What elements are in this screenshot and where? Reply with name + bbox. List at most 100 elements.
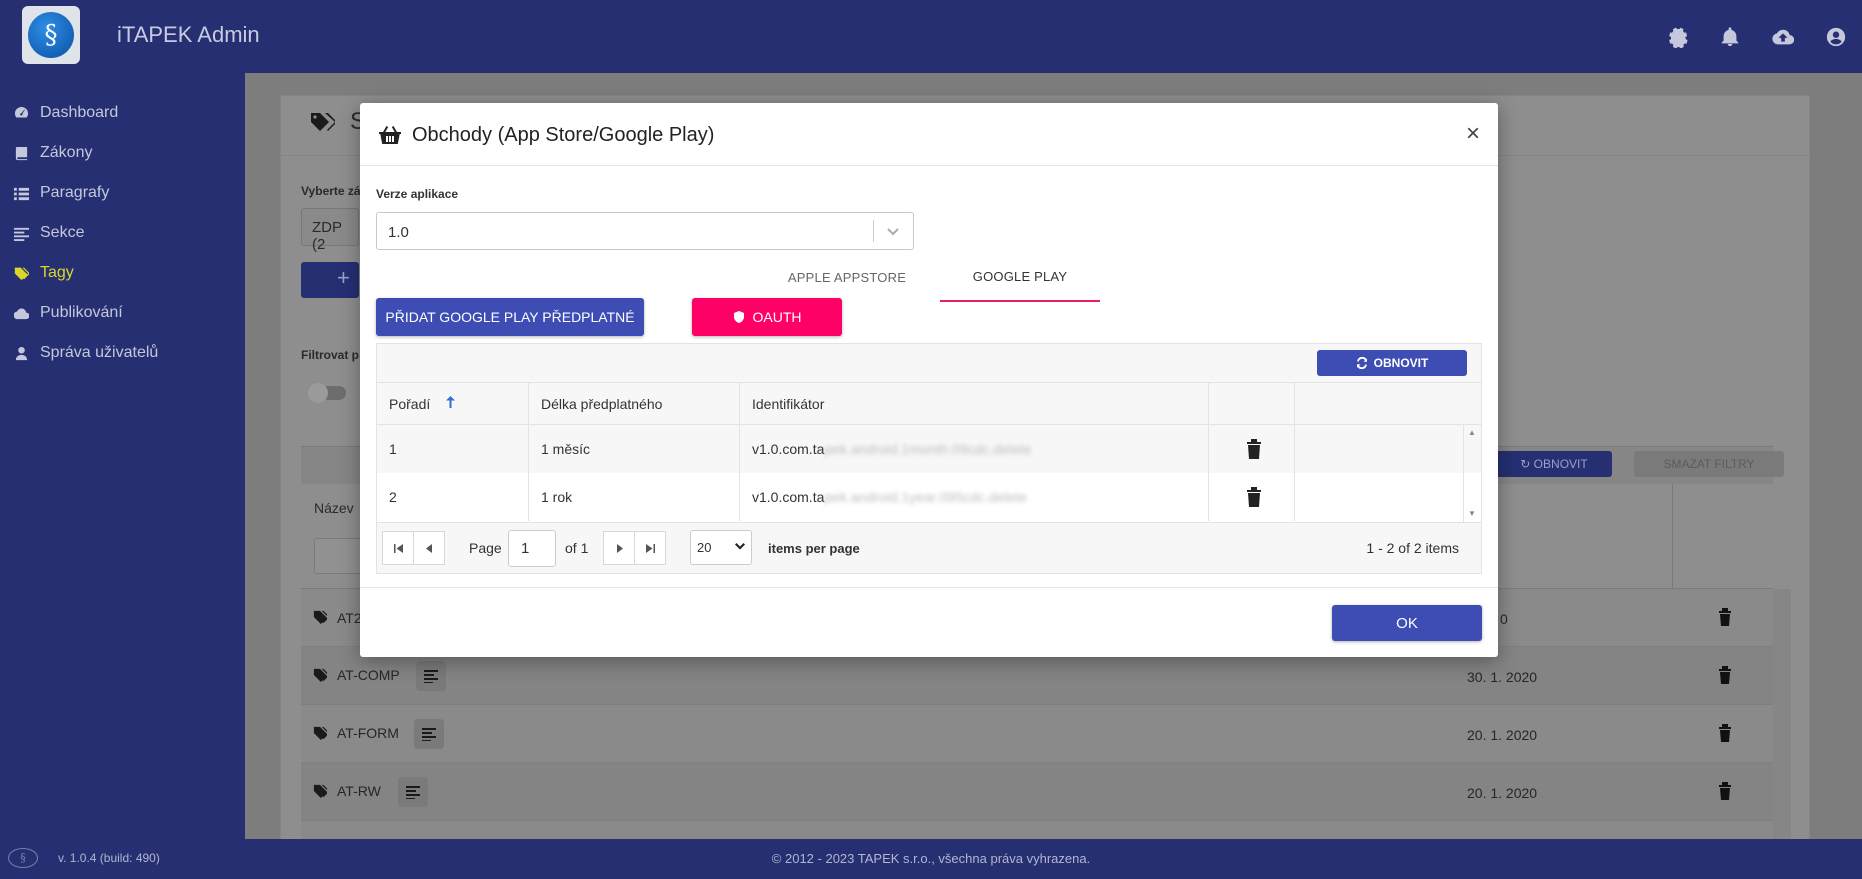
grid-scrollbar[interactable]: ▲ ▼ [1463, 425, 1481, 522]
version-label: Verze aplikace [376, 187, 459, 201]
trash-icon [1718, 724, 1732, 742]
chevron-down-icon[interactable] [885, 223, 901, 244]
pager: Page 1 of 1 20 items per page 1 - 2 of 2… [377, 522, 1481, 573]
app-logo[interactable]: § [22, 6, 80, 64]
cell-order: 1 [377, 425, 529, 473]
add-google-play-subscription-button[interactable]: PŘIDAT GOOGLE PLAY PŘEDPLATNÉ [376, 298, 644, 336]
cell-text: 1 rok [541, 489, 573, 505]
modal-title: Obchody (App Store/Google Play) [412, 124, 715, 146]
column-header-label: Identifikátor [752, 396, 825, 412]
bg-row-date: 20. 1. 2020 [1467, 785, 1538, 801]
trash-icon [1718, 782, 1732, 800]
bg-row-name: AT-COMP [337, 667, 400, 683]
ok-button[interactable]: OK [1332, 605, 1482, 641]
tab-apple-appstore[interactable]: APPLE APPSTORE [765, 253, 929, 302]
bg-refresh-button: ↻ OBNOVIT [1496, 451, 1612, 477]
version-select[interactable]: 1.0 [376, 212, 914, 250]
dashboard-icon [14, 106, 40, 121]
sidebar-item-publikovani[interactable]: Publikování [0, 293, 245, 333]
sidebar-item-paragrafy[interactable]: Paragrafy [0, 173, 245, 213]
sidebar-item-tagy[interactable]: Tagy [0, 253, 245, 293]
refresh-button-label: OBNOVIT [1373, 356, 1429, 370]
cell-length: 1 měsíc [529, 425, 740, 473]
tag-icon [313, 726, 330, 745]
gear-icon[interactable] [1650, 0, 1703, 73]
scroll-up-icon[interactable]: ▲ [1468, 428, 1476, 437]
page-input[interactable]: 1 [508, 530, 556, 567]
align-left-icon [398, 777, 428, 807]
cell-text: 1 měsíc [541, 441, 591, 457]
refresh-button[interactable]: OBNOVIT [1317, 350, 1467, 376]
bg-select-value: ZDP (2 [312, 219, 342, 253]
bg-filter-toggle-knob [308, 383, 328, 403]
sidebar-item-label: Správa uživatelů [40, 344, 159, 361]
select-separator [873, 220, 874, 242]
identifier-redacted: pek.android.1month.09cdc.delete [824, 441, 1032, 457]
sidebar-item-label: Paragrafy [40, 184, 110, 201]
trash-icon [1718, 608, 1732, 626]
cloud-upload-icon[interactable] [1756, 0, 1809, 73]
close-icon[interactable]: × [1466, 120, 1480, 148]
store-tabs: APPLE APPSTORE GOOGLE PLAY [765, 253, 1100, 302]
trash-icon[interactable] [1246, 439, 1262, 459]
identifier-redacted: pek.android.1year.095cdc.delete [824, 489, 1027, 505]
app-title: iTAPEK Admin [117, 22, 260, 47]
prev-page-button[interactable] [413, 531, 445, 565]
page-size-select[interactable]: 20 [690, 530, 752, 565]
tab-google-play[interactable]: GOOGLE PLAY [940, 253, 1100, 302]
bg-filter-label: Filtrovat p [301, 348, 360, 362]
bg-select-label: Vyberte zá [301, 184, 361, 198]
prev-page-icon [425, 543, 432, 553]
modal-footer-divider [360, 587, 1498, 588]
bell-icon[interactable] [1703, 0, 1756, 73]
first-page-button[interactable] [382, 531, 414, 565]
column-header-label: Délka předplatného [541, 396, 663, 412]
bg-add-button-label: + [337, 265, 350, 290]
version-select-value: 1.0 [388, 224, 409, 241]
last-page-button[interactable] [634, 531, 666, 565]
last-page-icon [645, 543, 655, 553]
bg-column-name: Název [314, 500, 354, 516]
trash-icon[interactable] [1246, 487, 1262, 507]
cell-identifier: v1.0.com.tapek.android.1month.09cdc.dele… [740, 425, 1209, 473]
page-count: of 1 [565, 540, 589, 556]
oauth-button[interactable]: OAUTH [692, 298, 842, 336]
tag-icon [313, 668, 330, 687]
sidebar-item-label: Tagy [40, 264, 74, 281]
sidebar-item-sekce[interactable]: Sekce [0, 213, 245, 253]
first-page-icon [393, 543, 403, 553]
sidebar-item-zakony[interactable]: Zákony [0, 133, 245, 173]
bg-row-date: 0 [1500, 611, 1508, 627]
column-header-identifier[interactable]: Identifikátor [740, 383, 1209, 424]
list-icon [14, 186, 40, 201]
scroll-down-icon[interactable]: ▼ [1468, 509, 1476, 518]
chevron-down-icon [735, 543, 745, 550]
user-icon[interactable] [1809, 0, 1862, 73]
copyright: © 2012 - 2023 TAPEK s.r.o., všechna práv… [771, 851, 1091, 866]
bg-page-title-icon [309, 111, 337, 138]
bg-grid-filter-input [314, 538, 364, 574]
refresh-icon [1356, 357, 1367, 369]
modal-header: Obchody (App Store/Google Play) × [360, 103, 1498, 166]
cell-text: v1.0.com.tapek.android.1month.09cdc.dele… [752, 441, 1031, 457]
bg-row-3 [301, 763, 1773, 821]
sidebar-item-sprava-uzivatelu[interactable]: Správa uživatelů [0, 333, 245, 373]
next-page-button[interactable] [603, 531, 635, 565]
items-per-page-label: items per page [768, 541, 860, 556]
cell-text: 1 [389, 441, 397, 457]
sidebar-item-dashboard[interactable]: Dashboard [0, 93, 245, 133]
subscriptions-grid: OBNOVIT Pořadí Délka předplatného Identi… [376, 343, 1482, 574]
column-header-length[interactable]: Délka předplatného [529, 383, 740, 424]
bg-add-button: + [301, 262, 359, 298]
table-row[interactable]: 1 1 měsíc v1.0.com.tapek.android.1month.… [377, 425, 1481, 473]
grid-header: Pořadí Délka předplatného Identifikátor [377, 383, 1481, 425]
sidebar-item-label: Publikování [40, 304, 123, 321]
identifier-prefix: v1.0.com.ta [752, 489, 825, 505]
bg-select: ZDP (2 [301, 208, 359, 253]
user-icon [14, 346, 40, 361]
align-left-icon [416, 661, 446, 691]
cell-order: 2 [377, 473, 529, 521]
table-row[interactable]: 2 1 rok v1.0.com.tapek.android.1year.095… [377, 473, 1481, 521]
column-header-order[interactable]: Pořadí [377, 383, 529, 424]
arrow-up-icon [446, 395, 455, 413]
